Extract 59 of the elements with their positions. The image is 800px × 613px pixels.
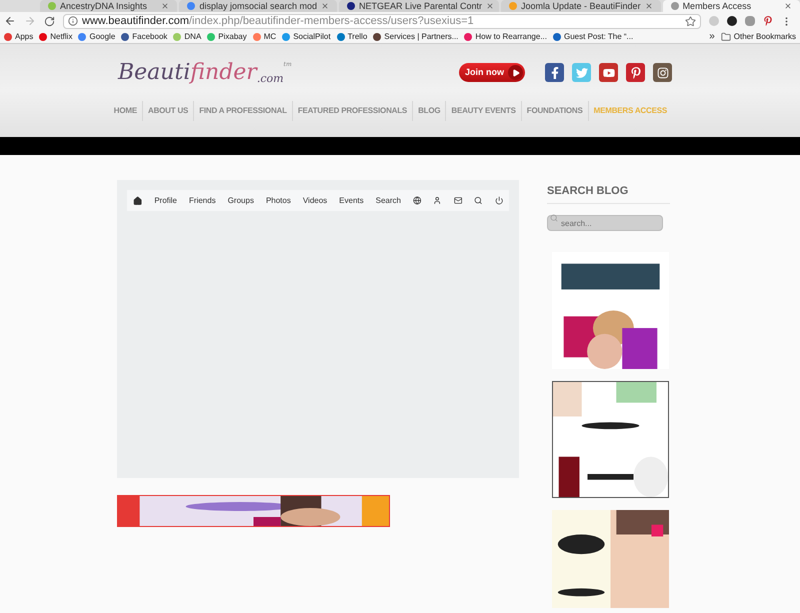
bookmark-link[interactable]: Guest Post: The “... — [564, 32, 634, 40]
tab-title: Members Access — [682, 2, 752, 10]
facebook-icon[interactable] — [545, 63, 564, 82]
toolbar-link[interactable]: Photos — [266, 194, 291, 206]
close-icon[interactable] — [784, 2, 792, 10]
browser-tab[interactable]: display jomsocial search mod — [179, 0, 337, 12]
mail-icon[interactable] — [454, 196, 462, 205]
back-icon[interactable] — [4, 15, 16, 27]
bookmark-link[interactable]: MC — [264, 32, 276, 40]
star-icon[interactable] — [685, 16, 696, 26]
bookmark-link[interactable]: Google — [89, 32, 116, 40]
instagram-icon[interactable] — [653, 63, 672, 82]
tab-title: NETGEAR Live Parental Contr — [359, 2, 482, 10]
reload-icon[interactable] — [44, 16, 55, 26]
pinterest-icon[interactable] — [626, 63, 645, 82]
bookmark-link[interactable]: Trello — [348, 32, 368, 40]
sidebar-title: SEARCH BLOG — [547, 183, 670, 204]
bookmark-link[interactable]: How to Rearrange... — [475, 32, 547, 40]
tab-title: AncestryDNA Insights — [60, 2, 148, 10]
toolbar-link[interactable]: Groups — [228, 194, 254, 206]
close-icon[interactable] — [486, 2, 494, 10]
search-icon — [550, 214, 558, 222]
tab-title: display jomsocial search mod — [199, 2, 317, 10]
info-icon — [68, 16, 78, 26]
bookmark-link[interactable]: Apps — [15, 32, 34, 40]
join-button[interactable]: Join now — [459, 63, 525, 82]
pinterest-icon[interactable] — [763, 16, 773, 26]
bookmark-link[interactable]: Other Bookmarks — [734, 32, 796, 40]
youtube-icon[interactable] — [599, 63, 618, 82]
toolbar-link[interactable]: Profile — [154, 194, 178, 206]
toolbar-link[interactable]: Friends — [189, 194, 216, 206]
search-icon[interactable] — [474, 196, 483, 205]
bookmark-link[interactable]: SocialPilot — [293, 32, 331, 40]
folder-icon — [720, 32, 731, 42]
overflow-button[interactable]: » — [709, 32, 715, 42]
globe-icon[interactable] — [413, 196, 422, 205]
tab-title: Joomla Update - BeautiFinder — [521, 2, 641, 10]
bookmark-link[interactable]: Netflix — [50, 32, 72, 40]
user-icon[interactable] — [433, 196, 442, 205]
url-text: www.beautifinder.com/index.php/beautifinder-members-access/users?usexius=1 — [82, 14, 474, 29]
browser-tab[interactable]: NETGEAR Live Parental Contr — [339, 0, 499, 12]
bookmark-link[interactable]: Facebook — [132, 32, 168, 40]
power-icon[interactable] — [494, 196, 504, 205]
search-field[interactable]: search... — [547, 215, 663, 231]
close-icon[interactable] — [644, 2, 653, 10]
close-icon[interactable] — [161, 2, 170, 10]
bookmark-link[interactable]: Pixabay — [218, 32, 247, 40]
toolbar-link[interactable]: Events — [339, 194, 364, 206]
bookmark-link[interactable]: Services | Partners... — [384, 32, 458, 40]
toolbar-link[interactable]: Videos — [302, 194, 328, 206]
play-icon — [508, 65, 523, 80]
close-icon[interactable] — [321, 2, 329, 10]
home-icon[interactable] — [133, 196, 142, 206]
toolbar-link[interactable]: Search — [376, 194, 401, 206]
browser-tab[interactable]: AncestryDNA Insights — [40, 0, 178, 12]
address-bar[interactable]: www.beautifinder.com/index.php/beautifinder-members-access/users?usexius=1 — [63, 14, 701, 28]
browser-tab[interactable]: Joomla Update - BeautiFinder — [501, 0, 661, 12]
bookmark-link[interactable]: DNA — [184, 32, 202, 40]
browser-tab[interactable]: Members Access — [662, 0, 800, 12]
